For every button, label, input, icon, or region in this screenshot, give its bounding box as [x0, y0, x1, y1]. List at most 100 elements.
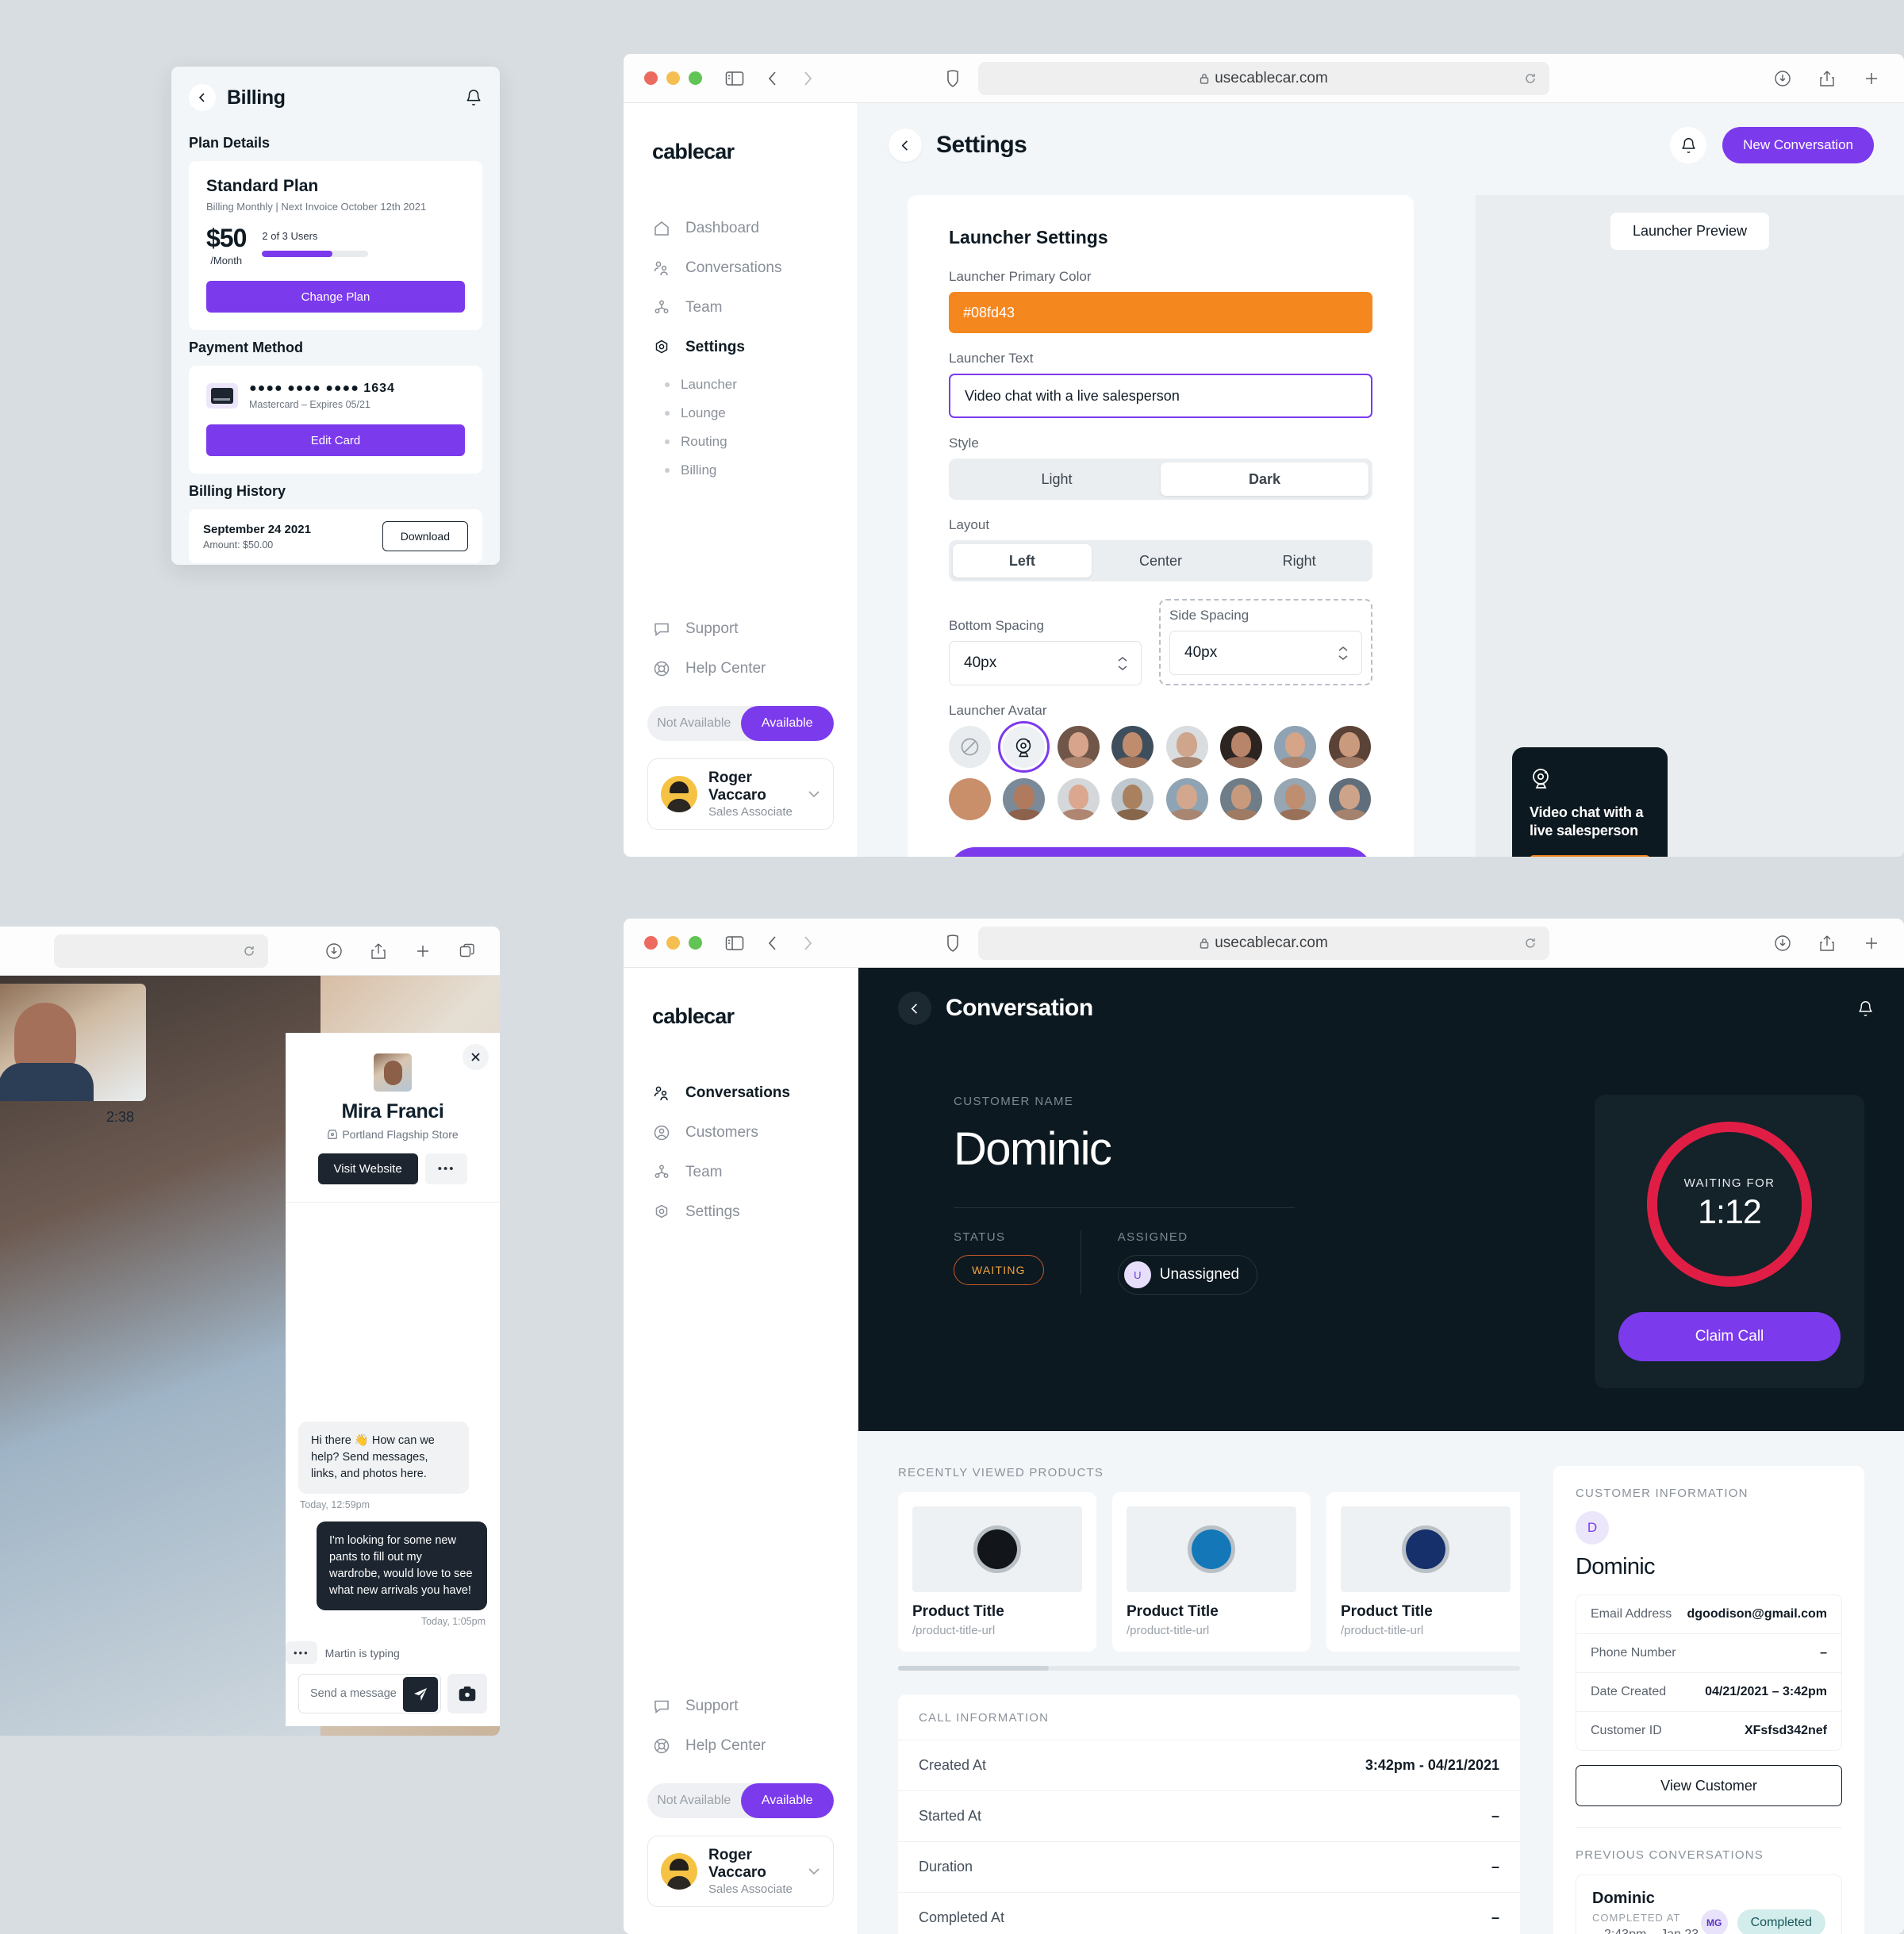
minimize-window-button[interactable]	[666, 936, 680, 950]
avatar-option-camera[interactable]	[998, 721, 1050, 773]
refresh-icon[interactable]	[1524, 72, 1537, 85]
avatar-option-7[interactable]	[949, 778, 991, 820]
product-card[interactable]: Product Title /product-title-url	[1326, 1492, 1520, 1652]
stepper-arrows-icon[interactable]	[1117, 656, 1128, 671]
sidebar-item-dashboard[interactable]: Dashboard	[624, 209, 858, 248]
privacy-shield-icon[interactable]	[941, 67, 965, 90]
product-scrollbar[interactable]	[898, 1666, 1520, 1671]
notifications-button[interactable]	[1670, 127, 1707, 163]
claim-call-button[interactable]: Claim Call	[1618, 1312, 1841, 1361]
edit-card-button[interactable]: Edit Card	[206, 424, 465, 456]
conversation-main[interactable]: Conversation CUSTOMER NAME Dominic STATU…	[858, 968, 1904, 1934]
product-card[interactable]: Product Title /product-title-url	[898, 1492, 1096, 1652]
previous-conversation-item[interactable]: Dominic COMPLETED AT 2:43pm – Jan 23 202…	[1576, 1875, 1842, 1934]
maximize-window-button[interactable]	[689, 71, 702, 85]
sidebar-item-support[interactable]: Support	[644, 609, 837, 649]
launcher-preview-request-call-button[interactable]: REQUEST CALL	[1530, 855, 1650, 857]
avatar-option-12[interactable]	[1219, 778, 1262, 820]
avatar-option-14[interactable]	[1328, 778, 1371, 820]
close-window-button[interactable]	[644, 71, 658, 85]
availability-toggle[interactable]: Not Available Available	[647, 706, 834, 741]
share-icon[interactable]	[1815, 67, 1839, 90]
browser-back-button[interactable]	[761, 67, 785, 90]
share-icon[interactable]	[367, 939, 390, 963]
subnav-item-billing[interactable]: Billing	[624, 456, 858, 485]
browser-forward-button[interactable]	[796, 67, 820, 90]
stepper-arrows-icon[interactable]	[1338, 646, 1349, 661]
sidebar-item-conversations[interactable]: Conversations	[624, 248, 858, 288]
browser-forward-button[interactable]	[796, 931, 820, 955]
change-plan-button[interactable]: Change Plan	[206, 281, 465, 313]
sidebar-item-support[interactable]: Support	[644, 1686, 837, 1726]
close-window-button[interactable]	[644, 936, 658, 950]
availability-toggle[interactable]: Not Available Available	[647, 1783, 834, 1818]
launcher-text-input[interactable]: Video chat with a live salesperson	[949, 374, 1372, 418]
address-bar[interactable]: usecablecar.com	[978, 926, 1549, 960]
product-strip[interactable]: Product Title /product-title-url Product…	[898, 1492, 1520, 1652]
bell-icon[interactable]	[465, 89, 482, 106]
launcher-avatar-grid[interactable]	[949, 721, 1372, 820]
tabs-icon[interactable]	[455, 939, 479, 963]
layout-option-left[interactable]: Left	[953, 544, 1092, 578]
sidebar-toggle-icon[interactable]	[723, 67, 747, 90]
avatar-option-1[interactable]	[1057, 726, 1100, 768]
plus-icon[interactable]	[1860, 931, 1883, 955]
sidebar-item-team[interactable]: Team	[624, 1153, 858, 1192]
assigned-pill[interactable]: U Unassigned	[1117, 1255, 1258, 1295]
address-bar[interactable]: usecablecar.com	[978, 61, 1549, 95]
side-spacing-stepper[interactable]: 40px	[1169, 631, 1362, 675]
avatar-option-5[interactable]	[1274, 726, 1317, 768]
save-button[interactable]: Save	[949, 847, 1372, 857]
billing-back-button[interactable]	[189, 84, 216, 111]
user-profile-card[interactable]: Roger Vaccaro Sales Associate	[647, 1836, 834, 1907]
notifications-button[interactable]	[1857, 1000, 1874, 1017]
billing-scroll[interactable]: Plan Details Standard Plan Billing Month…	[171, 125, 500, 565]
avatar-option-8[interactable]	[1003, 778, 1046, 820]
send-button[interactable]	[403, 1677, 438, 1712]
window-controls[interactable]	[644, 71, 702, 85]
download-invoice-button[interactable]: Download	[382, 521, 468, 551]
view-customer-button[interactable]: View Customer	[1576, 1765, 1842, 1806]
sidebar-toggle-icon[interactable]	[723, 931, 747, 955]
visit-website-button[interactable]: Visit Website	[317, 1153, 418, 1184]
launcher-color-swatch[interactable]: #08fd43	[949, 292, 1372, 333]
sidebar-item-help center[interactable]: Help Center	[644, 1726, 837, 1766]
product-card[interactable]: Product Title /product-title-url	[1112, 1492, 1311, 1652]
subnav-item-launcher[interactable]: Launcher	[624, 370, 858, 399]
plus-icon[interactable]	[411, 939, 435, 963]
bottom-spacing-stepper[interactable]: 40px	[949, 641, 1142, 685]
minimize-window-button[interactable]	[666, 71, 680, 85]
window-controls[interactable]	[644, 936, 702, 950]
sidebar-item-team[interactable]: Team	[624, 288, 858, 328]
conversation-back-button[interactable]	[898, 992, 931, 1025]
avatar-option-6[interactable]	[1328, 726, 1371, 768]
sidebar-item-settings[interactable]: Settings	[624, 328, 858, 367]
chevron-down-icon[interactable]	[808, 1867, 820, 1875]
layout-option-right[interactable]: Right	[1230, 544, 1368, 578]
avatar-option-13[interactable]	[1274, 778, 1317, 820]
sidebar-item-customers[interactable]: Customers	[624, 1113, 858, 1153]
chevron-down-icon[interactable]	[808, 790, 820, 798]
message-input[interactable]: Send a message	[298, 1674, 441, 1713]
close-icon[interactable]	[463, 1044, 489, 1070]
availability-available[interactable]: Available	[740, 1783, 834, 1818]
availability-not-available[interactable]: Not Available	[647, 1783, 741, 1818]
style-option-dark[interactable]: Dark	[1161, 462, 1368, 496]
availability-available[interactable]: Available	[740, 706, 834, 741]
avatar-option-4[interactable]	[1219, 726, 1262, 768]
avatar-option-3[interactable]	[1165, 726, 1208, 768]
avatar-option-10[interactable]	[1111, 778, 1154, 820]
browser-back-button[interactable]	[761, 931, 785, 955]
avatar-option-11[interactable]	[1165, 778, 1208, 820]
maximize-window-button[interactable]	[689, 936, 702, 950]
layout-option-center[interactable]: Center	[1092, 544, 1230, 578]
layout-segmented-control[interactable]: Left Center Right	[949, 540, 1372, 581]
download-icon[interactable]	[1771, 67, 1795, 90]
style-segmented-control[interactable]: Light Dark	[949, 459, 1372, 500]
refresh-icon[interactable]	[1524, 937, 1537, 950]
sidebar-item-settings[interactable]: Settings	[624, 1192, 858, 1232]
user-profile-card[interactable]: Roger Vaccaro Sales Associate	[647, 758, 834, 830]
subnav-item-lounge[interactable]: Lounge	[624, 399, 858, 428]
address-bar[interactable]	[54, 934, 268, 968]
sidebar-item-conversations[interactable]: Conversations	[624, 1073, 858, 1113]
